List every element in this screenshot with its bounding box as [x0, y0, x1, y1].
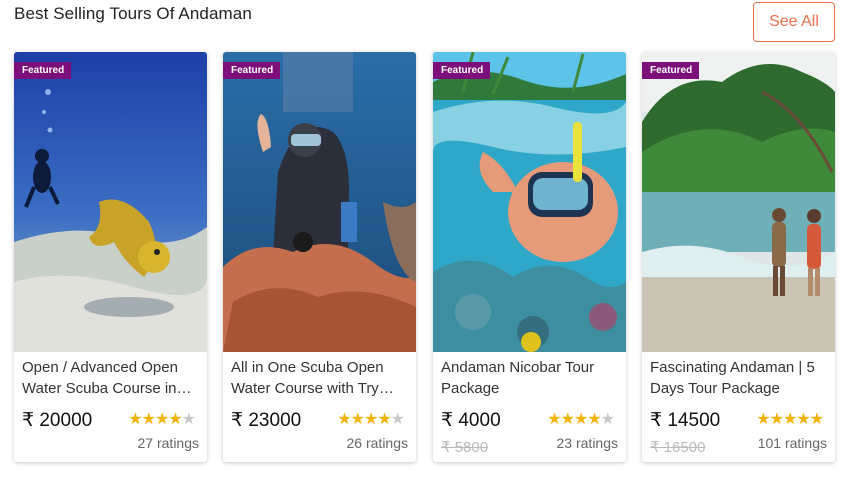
filled-stars: ★★★★	[128, 411, 182, 428]
filled-stars: ★★★★	[547, 411, 601, 428]
tour-title[interactable]: Andaman Nicobar Tour Package	[441, 357, 621, 399]
tour-title[interactable]: All in One Scuba Open Water Course with …	[231, 357, 411, 399]
tour-title[interactable]: Fascinating Andaman | 5 Days Tour Packag…	[650, 357, 830, 399]
tour-price: ₹ 20000	[22, 410, 93, 431]
star-rating: ★★★★★	[756, 411, 824, 429]
tour-photo-scuba-diver[interactable]: Featured	[14, 52, 207, 352]
tour-photo-scuba-coral[interactable]: Featured	[223, 52, 416, 352]
original-price: ₹ 5800	[441, 439, 489, 456]
ratings-count: 26 ratings	[346, 435, 408, 451]
featured-badge: Featured	[223, 62, 281, 79]
empty-stars: ★	[600, 411, 615, 428]
star-rating: ★★★★★	[547, 411, 615, 429]
featured-badge: Featured	[433, 62, 491, 79]
ratings-count: 23 ratings	[556, 435, 618, 451]
filled-stars: ★★★★	[337, 411, 391, 428]
star-rating: ★★★★★	[337, 411, 405, 429]
featured-badge: Featured	[642, 62, 700, 79]
ratings-count: 27 ratings	[137, 435, 199, 451]
tour-price: ₹ 4000	[441, 410, 501, 431]
tour-price: ₹ 23000	[231, 410, 302, 431]
tour-card-2[interactable]: Featured All in One Scuba Open Water Cou…	[223, 52, 416, 462]
original-price: ₹ 16500	[650, 439, 706, 456]
tour-card-4[interactable]: Featured Fascinating Andaman | 5 Days To…	[642, 52, 835, 462]
tour-price: ₹ 14500	[650, 410, 721, 431]
tour-photo-snorkeling[interactable]: Featured	[433, 52, 626, 352]
empty-stars: ★	[181, 411, 196, 428]
ratings-count: 101 ratings	[757, 435, 827, 451]
tour-card-3[interactable]: Featured Andaman Nicobar Tour Package ₹ …	[433, 52, 626, 462]
see-all-button[interactable]: See All	[753, 2, 835, 42]
star-rating: ★★★★★	[128, 411, 196, 429]
featured-badge: Featured	[14, 62, 72, 79]
empty-stars: ★	[390, 411, 405, 428]
tour-card-1[interactable]: Featured Open / Advanced Open Water Scub…	[14, 52, 207, 462]
section-title: Best Selling Tours Of Andaman	[14, 4, 252, 23]
tour-photo-beach-couple[interactable]: Featured	[642, 52, 835, 352]
filled-stars: ★★★★★	[756, 411, 824, 428]
tour-title[interactable]: Open / Advanced Open Water Scuba Course …	[22, 357, 202, 399]
